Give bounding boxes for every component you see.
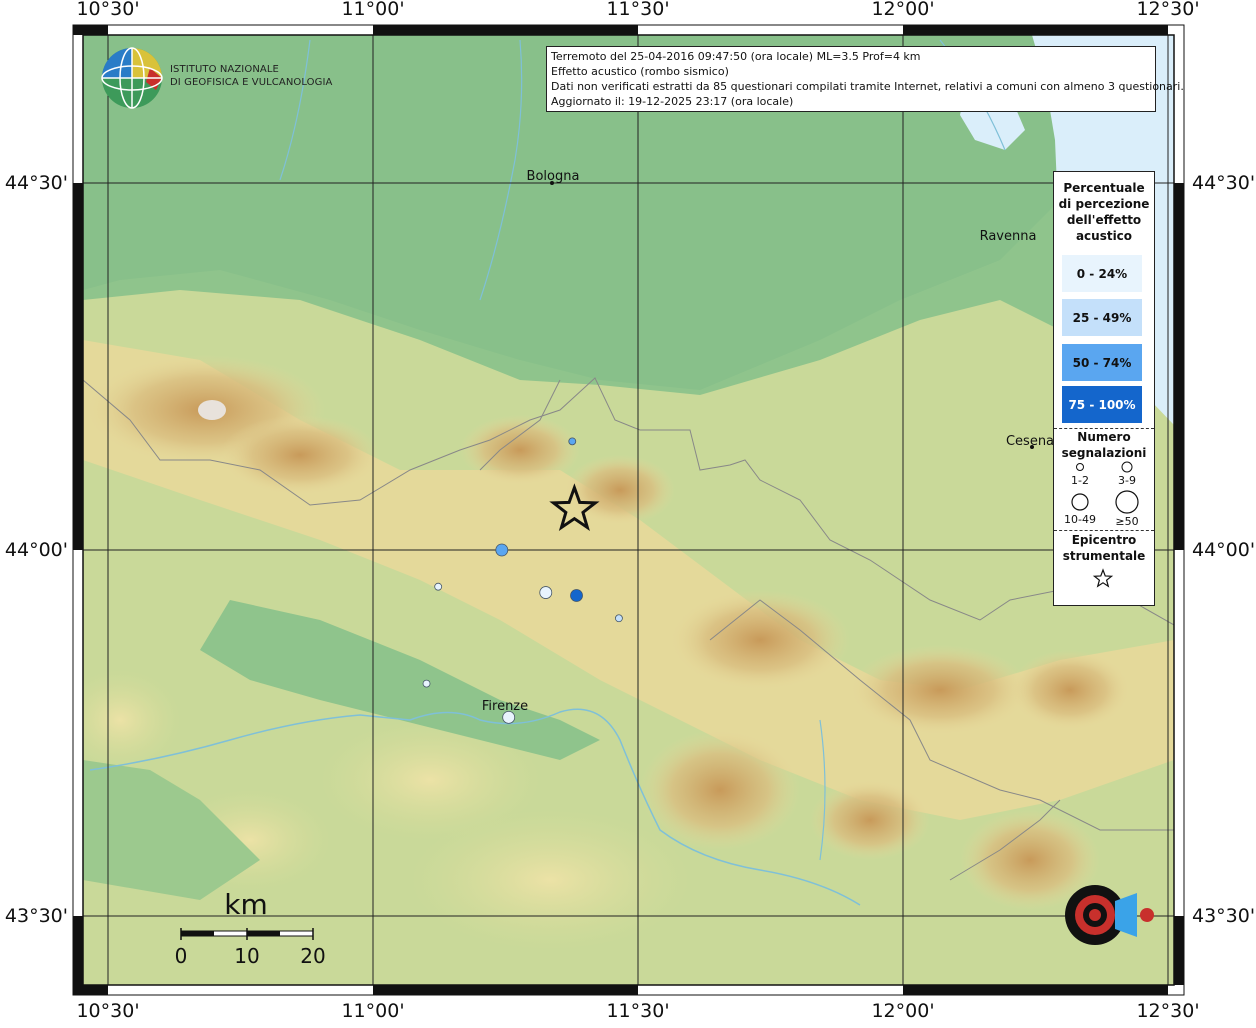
lon-label-top: 11°00'	[341, 0, 405, 20]
lon-label-bottom: 11°00'	[341, 1000, 405, 1022]
institute-name: ISTITUTO NAZIONALE DI GEOFISICA E VULCAN…	[170, 64, 333, 88]
legend-star-icon	[1092, 568, 1114, 588]
city-label-ravenna: Ravenna	[979, 229, 1037, 244]
lat-label-left: 44°30'	[4, 172, 68, 194]
city-label-firenze: Firenze	[481, 699, 529, 714]
legend-title: Percentuale di percezione dell'effetto a…	[1058, 181, 1150, 243]
lon-label-bottom: 12°30'	[1136, 1000, 1200, 1022]
scale-tick: 10	[234, 944, 260, 968]
lon-label-top: 12°30'	[1136, 0, 1200, 20]
legend-class-swatch: 25 - 49%	[1062, 299, 1142, 336]
city-label-cesena: Cesena	[1005, 434, 1055, 449]
lat-label-right: 43°30'	[1192, 905, 1256, 927]
city-label-bologna: Bologna	[526, 169, 580, 184]
data-note: Dati non verificati estratti da 85 quest…	[551, 80, 1184, 93]
legend-count-class: 3-9	[1118, 474, 1136, 487]
lon-label-top: 11°30'	[606, 0, 670, 20]
map-view[interactable]: 10°30' 11°00' 11°30' 12°00' 12°30' 10°30…	[0, 0, 1256, 1024]
legend-class-swatch: 50 - 74%	[1062, 344, 1142, 381]
lon-label-top: 10°30'	[76, 0, 140, 20]
legend-count-class: 1-2	[1071, 474, 1089, 487]
lon-label-bottom: 11°30'	[606, 1000, 670, 1022]
lat-label-right: 44°00'	[1192, 539, 1256, 561]
legend-count-class: ≥50	[1115, 515, 1139, 528]
observation-point[interactable]	[495, 543, 509, 557]
legend-class-swatch: 75 - 100%	[1062, 386, 1142, 423]
observation-point[interactable]	[568, 437, 577, 446]
legend-class-swatch: 0 - 24%	[1062, 255, 1142, 292]
scale-tick: 0	[174, 944, 188, 968]
scale-tick: 20	[300, 944, 326, 968]
event-title: Terremoto del 25-04-2016 09:47:50 (ora l…	[551, 50, 921, 63]
legend: Percentuale di percezione dell'effetto a…	[1053, 171, 1155, 606]
lon-label-bottom: 12°00'	[871, 1000, 935, 1022]
effect-type: Effetto acustico (rombo sismico)	[551, 65, 729, 78]
observation-point[interactable]	[539, 586, 553, 599]
lon-label-bottom: 10°30'	[76, 1000, 140, 1022]
scale-title: km	[224, 888, 268, 921]
update-time: Aggiornato il: 19-12-2025 23:17 (ora loc…	[551, 95, 794, 108]
legend-count-class: 10-49	[1064, 513, 1096, 526]
observation-point[interactable]	[434, 582, 443, 591]
terrain-layer	[83, 35, 1174, 985]
lat-label-left: 44°00'	[4, 539, 68, 561]
lat-label-right: 44°30'	[1192, 172, 1256, 194]
observation-point[interactable]	[422, 679, 431, 688]
observation-point[interactable]	[570, 589, 583, 602]
legend-divider	[1054, 530, 1154, 531]
legend-epicenter-title: Epicentro strumentale	[1062, 533, 1146, 563]
lat-label-left: 43°30'	[4, 905, 68, 927]
observation-point[interactable]	[615, 614, 623, 623]
event-info-box: Terremoto del 25-04-2016 09:47:50 (ora l…	[546, 46, 1184, 112]
ingv-logo-icon	[101, 47, 163, 109]
lon-label-top: 12°00'	[871, 0, 935, 20]
legend-size-symbols	[1071, 461, 1139, 514]
